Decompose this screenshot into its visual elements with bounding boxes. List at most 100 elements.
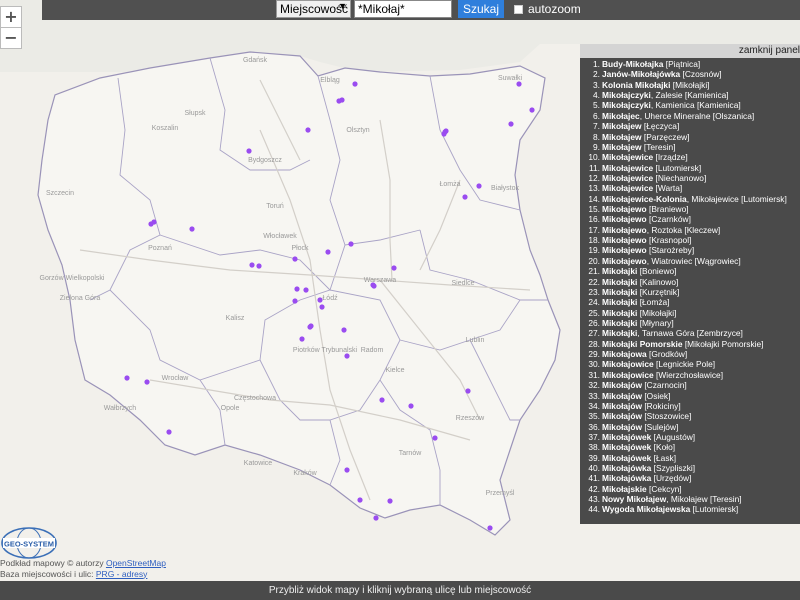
location-marker[interactable] <box>124 375 130 381</box>
result-name: Mikołajew <box>602 131 642 142</box>
close-panel-button[interactable]: zamknij panel <box>580 44 800 58</box>
result-item[interactable]: 19. Mikołajewo [Starożreby] <box>580 245 800 255</box>
city-label: Toruń <box>266 203 284 210</box>
result-number: 15. <box>588 204 600 215</box>
location-marker[interactable] <box>344 353 350 359</box>
result-item[interactable]: 42. Mikołajskie [Cekcyn] <box>580 484 800 494</box>
result-item[interactable]: 36. Mikołajów [Sulejów] <box>580 422 800 432</box>
result-item[interactable]: 37. Mikołajówek [Augustów] <box>580 432 800 442</box>
location-marker[interactable] <box>529 107 535 113</box>
location-marker[interactable] <box>352 81 358 87</box>
location-marker[interactable] <box>249 262 255 268</box>
location-marker[interactable] <box>516 81 522 87</box>
result-item[interactable]: 9. Mikołajew [Teresin] <box>580 142 800 152</box>
result-item[interactable]: 21. Mikołajki [Boniewo] <box>580 266 800 276</box>
location-marker[interactable] <box>462 194 468 200</box>
location-marker[interactable] <box>341 327 347 333</box>
result-item[interactable]: 41. Mikołajówka [Urzędów] <box>580 473 800 483</box>
location-marker[interactable] <box>344 467 350 473</box>
autozoom-toggle[interactable]: autozoom <box>514 2 581 16</box>
result-item[interactable]: 39. Mikołajówek [Łask] <box>580 453 800 463</box>
location-marker[interactable] <box>371 283 377 289</box>
result-item[interactable]: 18. Mikołajewo [Krasnopol] <box>580 235 800 245</box>
result-item[interactable]: 32. Mikołajów [Czarnocin] <box>580 380 800 390</box>
result-item[interactable]: 10. Mikołajewice [Irządze] <box>580 152 800 162</box>
prg-adresy-link[interactable]: PRG - adresy <box>96 569 148 579</box>
result-item[interactable]: 11. Mikołajewice [Lutomiersk] <box>580 163 800 173</box>
result-item[interactable]: 26. Mikołajki [Młynary] <box>580 318 800 328</box>
location-marker[interactable] <box>303 287 309 293</box>
location-marker[interactable] <box>144 379 150 385</box>
location-marker[interactable] <box>487 525 493 531</box>
result-item[interactable]: 3. Kolonia Mikołajki [Mikołajki] <box>580 80 800 90</box>
location-marker[interactable] <box>166 429 172 435</box>
location-marker[interactable] <box>476 183 482 189</box>
location-marker[interactable] <box>348 241 354 247</box>
result-item[interactable]: 43. Nowy Mikołajew, Mikołajew [Teresin] <box>580 494 800 504</box>
result-item[interactable]: 14. Mikołajewice-Kolonia, Mikołajewice [L… <box>580 194 800 204</box>
result-item[interactable]: 44. Wygoda Mikołajewska [Lutomiersk] <box>580 504 800 514</box>
result-item[interactable]: 29. Mikołajowa [Grodków] <box>580 349 800 359</box>
location-marker[interactable] <box>148 221 154 227</box>
location-marker[interactable] <box>305 127 311 133</box>
result-name: Mikołajowice <box>602 369 654 380</box>
result-item[interactable]: 35. Mikołajów [Stoszowice] <box>580 411 800 421</box>
result-item[interactable]: 5. Mikołajczyki, Kamienica [Kamienica] <box>580 100 800 110</box>
location-marker[interactable] <box>292 256 298 262</box>
result-item[interactable]: 30. Mikołajowice [Legnickie Pole] <box>580 359 800 369</box>
result-item[interactable]: 33. Mikołajów [Osiek] <box>580 391 800 401</box>
result-item[interactable]: 28. Mikołajki Pomorskie [Mikołajki Pomors… <box>580 339 800 349</box>
location-marker[interactable] <box>294 286 300 292</box>
openstreetmap-link[interactable]: OpenStreetMap <box>106 558 166 568</box>
result-item[interactable]: 16. Mikołajewo [Czarnków] <box>580 214 800 224</box>
location-marker[interactable] <box>465 388 471 394</box>
result-item[interactable]: 8. Mikołajew [Parzęczew] <box>580 132 800 142</box>
location-marker[interactable] <box>408 403 414 409</box>
location-marker[interactable] <box>379 397 385 403</box>
location-marker[interactable] <box>373 515 379 521</box>
result-item[interactable]: 17. Mikołajewo, Roztoka [Kleczew] <box>580 225 800 235</box>
location-marker[interactable] <box>432 435 438 441</box>
location-marker[interactable] <box>443 128 449 134</box>
location-marker[interactable] <box>357 497 363 503</box>
result-number: 23. <box>588 286 600 297</box>
result-name: Mikołajówek <box>602 452 652 463</box>
search-type-select[interactable]: Miejscowość ▼ <box>276 0 351 18</box>
search-button[interactable]: Szukaj <box>458 0 504 18</box>
result-item[interactable]: 20. Mikołajewo, Wiatrowiec [Wągrowiec] <box>580 256 800 266</box>
result-item[interactable]: 38. Mikołajówek [Koło] <box>580 442 800 452</box>
result-item[interactable]: 7. Mikołajew [Łęczyca] <box>580 121 800 131</box>
result-name: Mikołajewo <box>602 255 647 266</box>
result-item[interactable]: 2. Janów-Mikołajówka [Czosnów] <box>580 69 800 79</box>
result-item[interactable]: 31. Mikołajowice [Wierzchosławice] <box>580 370 800 380</box>
location-marker[interactable] <box>292 298 298 304</box>
result-item[interactable]: 6. Mikołajec, Uherce Mineralne [Olszanica… <box>580 111 800 121</box>
location-marker[interactable] <box>319 304 325 310</box>
zoom-out-button[interactable]: − <box>0 27 22 49</box>
location-marker[interactable] <box>391 265 397 271</box>
result-item[interactable]: 27. Mikołajki, Tarnawa Góra [Zembrzyce] <box>580 328 800 338</box>
result-item[interactable]: 34. Mikołajów [Rokiciny] <box>580 401 800 411</box>
result-item[interactable]: 13. Mikołajewice [Warta] <box>580 183 800 193</box>
result-item[interactable]: 4. Mikołajczyki, Zalesie [Kamienica] <box>580 90 800 100</box>
result-item[interactable]: 24. Mikołajki [Łomża] <box>580 297 800 307</box>
result-item[interactable]: 12. Mikołajewice [Niechanowo] <box>580 173 800 183</box>
autozoom-checkbox[interactable] <box>514 4 523 14</box>
location-marker[interactable] <box>325 249 331 255</box>
result-item[interactable]: 1. Budy-Mikołajka [Piątnica] <box>580 59 800 69</box>
location-marker[interactable] <box>189 226 195 232</box>
location-marker[interactable] <box>336 98 342 104</box>
location-marker[interactable] <box>308 323 314 329</box>
location-marker[interactable] <box>299 336 305 342</box>
result-item[interactable]: 40. Mikołajówka [Szypliszki] <box>580 463 800 473</box>
location-marker[interactable] <box>256 263 262 269</box>
location-marker[interactable] <box>387 498 393 504</box>
result-item[interactable]: 25. Mikołajki [Mikołajki] <box>580 308 800 318</box>
location-marker[interactable] <box>246 148 252 154</box>
location-marker[interactable] <box>508 121 514 127</box>
result-item[interactable]: 22. Mikołajki [Kalinowo] <box>580 277 800 287</box>
search-input[interactable] <box>354 0 452 18</box>
result-item[interactable]: 15. Mikołajewo [Braniewo] <box>580 204 800 214</box>
result-item[interactable]: 23. Mikołajki [Kurzętnik] <box>580 287 800 297</box>
zoom-in-button[interactable]: + <box>0 6 22 28</box>
